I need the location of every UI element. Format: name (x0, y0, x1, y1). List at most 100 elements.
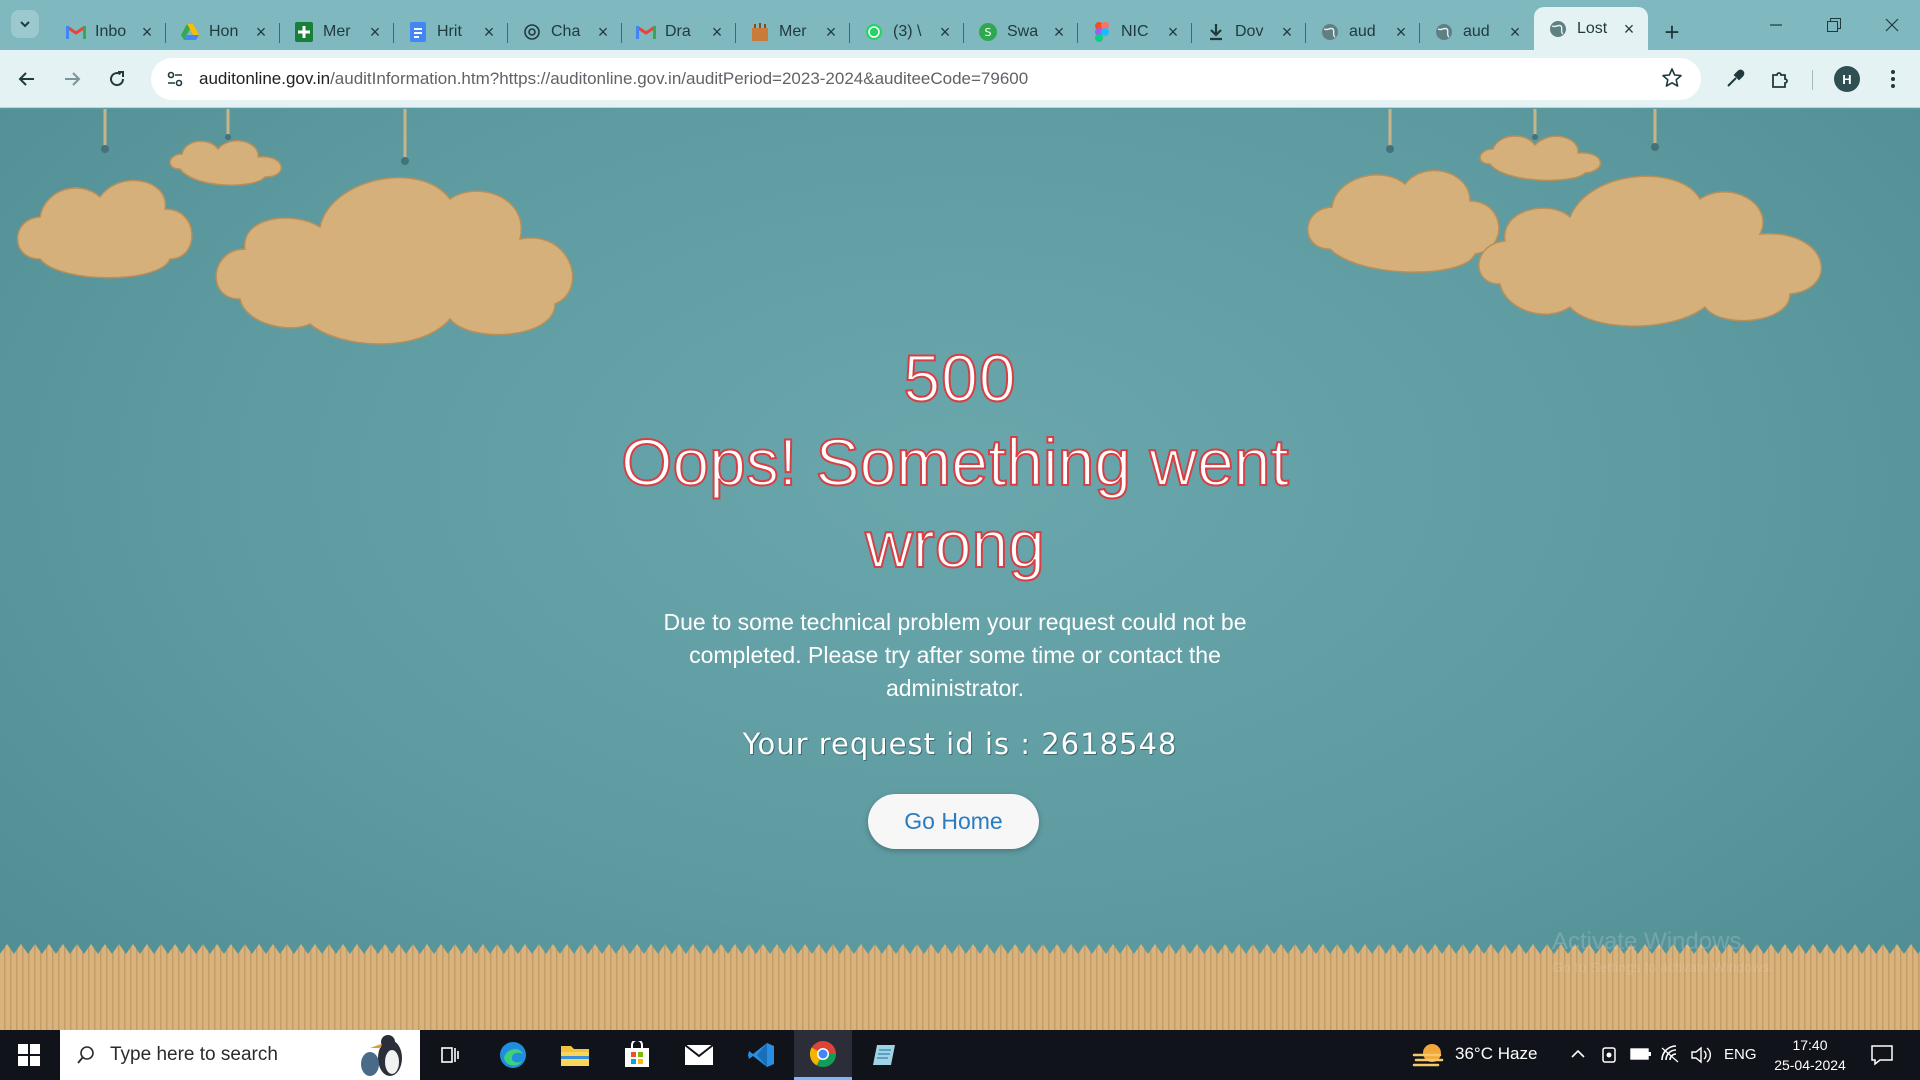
tab-docs[interactable]: Hrit × (394, 14, 508, 50)
tab-nic[interactable]: NIC × (1078, 14, 1192, 50)
tab-audit-1[interactable]: aud × (1306, 14, 1420, 50)
gmail-icon (66, 22, 86, 42)
request-id: Your request id is : 2618548 (742, 727, 1178, 761)
chrome-icon (809, 1040, 837, 1067)
notepad-icon (873, 1045, 895, 1065)
tab-tally[interactable]: Mer × (736, 14, 850, 50)
hanging-clouds-decoration (16, 109, 1822, 345)
volume-icon[interactable] (1690, 1045, 1712, 1065)
address-bar[interactable]: auditonline.gov.in/auditInformation.htm?… (151, 58, 1701, 100)
toolbar-divider (1812, 70, 1813, 90)
clock-time: 17:40 (1792, 1037, 1828, 1053)
close-icon[interactable]: × (1164, 23, 1182, 41)
wifi-icon[interactable] (1660, 1044, 1680, 1064)
close-icon[interactable]: × (1506, 23, 1524, 41)
google-drive-icon (180, 22, 200, 42)
close-window-button[interactable] (1864, 0, 1920, 50)
close-icon[interactable]: × (366, 23, 384, 41)
bookmark-star-icon[interactable] (1661, 67, 1685, 91)
tab-download[interactable]: Dov × (1192, 14, 1306, 50)
folder-icon (561, 1046, 589, 1066)
close-icon[interactable]: × (1278, 23, 1296, 41)
minimize-button[interactable] (1748, 0, 1804, 50)
weather-haze-icon (1412, 1044, 1444, 1067)
profile-button[interactable]: H (1830, 62, 1864, 96)
figma-icon (1092, 22, 1112, 42)
close-icon[interactable]: × (252, 23, 270, 41)
windows-activation-subtext: Go to Settings to activate Windows. (1552, 959, 1773, 975)
browser-tab-strip: Inbo × Hon × Mer × Hrit × Cha × Dra × Me… (0, 0, 1920, 50)
taskbar-app-mail[interactable] (670, 1030, 728, 1080)
close-icon[interactable]: × (480, 23, 498, 41)
close-icon[interactable]: × (1050, 23, 1068, 41)
close-icon[interactable]: × (708, 23, 726, 41)
tab-lost-active[interactable]: Lost × (1534, 7, 1648, 50)
close-icon (1885, 18, 1899, 32)
minimize-icon (1770, 24, 1782, 26)
tab-search-button[interactable] (11, 10, 39, 38)
language-indicator[interactable]: ENG (1724, 1046, 1757, 1063)
taskbar-app-edge[interactable] (484, 1030, 542, 1080)
error-code: 500 (902, 340, 1017, 416)
taskbar-app-vscode[interactable] (732, 1030, 790, 1080)
error-title: Oops! Something went wrong (620, 424, 1290, 582)
taskbar-app-file-explorer[interactable] (546, 1030, 604, 1080)
site-info-icon[interactable] (155, 58, 195, 100)
meet-now-icon[interactable] (1600, 1045, 1618, 1065)
url-text: auditonline.gov.in/auditInformation.htm?… (199, 69, 1029, 88)
battery-icon[interactable] (1630, 1047, 1652, 1061)
close-icon[interactable]: × (594, 23, 612, 41)
store-icon (625, 1041, 649, 1067)
svg-text:S: S (985, 26, 992, 39)
arrow-left-icon (18, 72, 34, 86)
tab-gmail-inbox[interactable]: Inbo × (52, 14, 166, 50)
task-view-button[interactable] (421, 1030, 479, 1080)
close-icon[interactable]: × (1392, 23, 1410, 41)
mail-icon (684, 1044, 714, 1065)
reload-button[interactable] (100, 62, 134, 96)
close-icon[interactable]: × (138, 23, 156, 41)
windows-taskbar: Type here to search 36°C Haze ENG 17:40 … (0, 1030, 1920, 1080)
cardboard-ground-decoration (0, 944, 1920, 1030)
tab-audit-2[interactable]: aud × (1420, 14, 1534, 50)
close-icon[interactable]: × (1620, 20, 1638, 38)
tab-whatsapp[interactable]: (3) \ × (850, 14, 964, 50)
taskbar-app-editor[interactable] (856, 1030, 914, 1080)
tab-drive[interactable]: Hon × (166, 14, 280, 50)
tab-gmail-draft[interactable]: Dra × (622, 14, 736, 50)
whatsapp-icon (864, 22, 884, 42)
close-icon[interactable]: × (822, 23, 840, 41)
taskbar-app-store[interactable] (608, 1030, 666, 1080)
back-button[interactable] (10, 62, 44, 96)
new-tab-button[interactable]: + (1654, 14, 1690, 50)
chevron-up-icon[interactable] (1570, 1047, 1586, 1061)
google-docs-icon (408, 22, 428, 42)
menu-button[interactable] (1876, 62, 1910, 96)
start-button[interactable] (0, 1030, 58, 1080)
search-highlight-penguin-icon (361, 1035, 402, 1076)
forward-button[interactable] (55, 62, 89, 96)
clock[interactable]: 17:40 25-04-2024 (1760, 1035, 1860, 1075)
restore-button[interactable] (1806, 0, 1862, 50)
weather-text[interactable]: 36°C Haze (1455, 1044, 1537, 1064)
globe-icon (1434, 22, 1454, 42)
reload-icon (110, 71, 125, 87)
tally-icon (750, 22, 770, 42)
eyedropper-button[interactable] (1718, 62, 1752, 96)
vscode-icon (748, 1043, 774, 1067)
error-page: 500 Oops! Something went wrong Due to so… (0, 109, 1920, 1030)
avatar: H (1834, 66, 1860, 92)
notifications-icon[interactable] (1870, 1044, 1894, 1066)
taskbar-search-box[interactable]: Type here to search (60, 1030, 420, 1080)
tab-swayam[interactable]: S Swa × (964, 14, 1078, 50)
extensions-button[interactable] (1763, 62, 1797, 96)
go-home-button[interactable]: Go Home (868, 794, 1039, 849)
puzzle-icon (1772, 72, 1788, 88)
edge-icon (500, 1042, 526, 1068)
browser-toolbar: auditonline.gov.in/auditInformation.htm?… (0, 50, 1920, 108)
close-icon[interactable]: × (936, 23, 954, 41)
more-vertical-icon (1891, 70, 1895, 88)
tab-chatgpt[interactable]: Cha × (508, 14, 622, 50)
tab-sheets[interactable]: Mer × (280, 14, 394, 50)
taskbar-app-chrome[interactable] (794, 1030, 852, 1080)
